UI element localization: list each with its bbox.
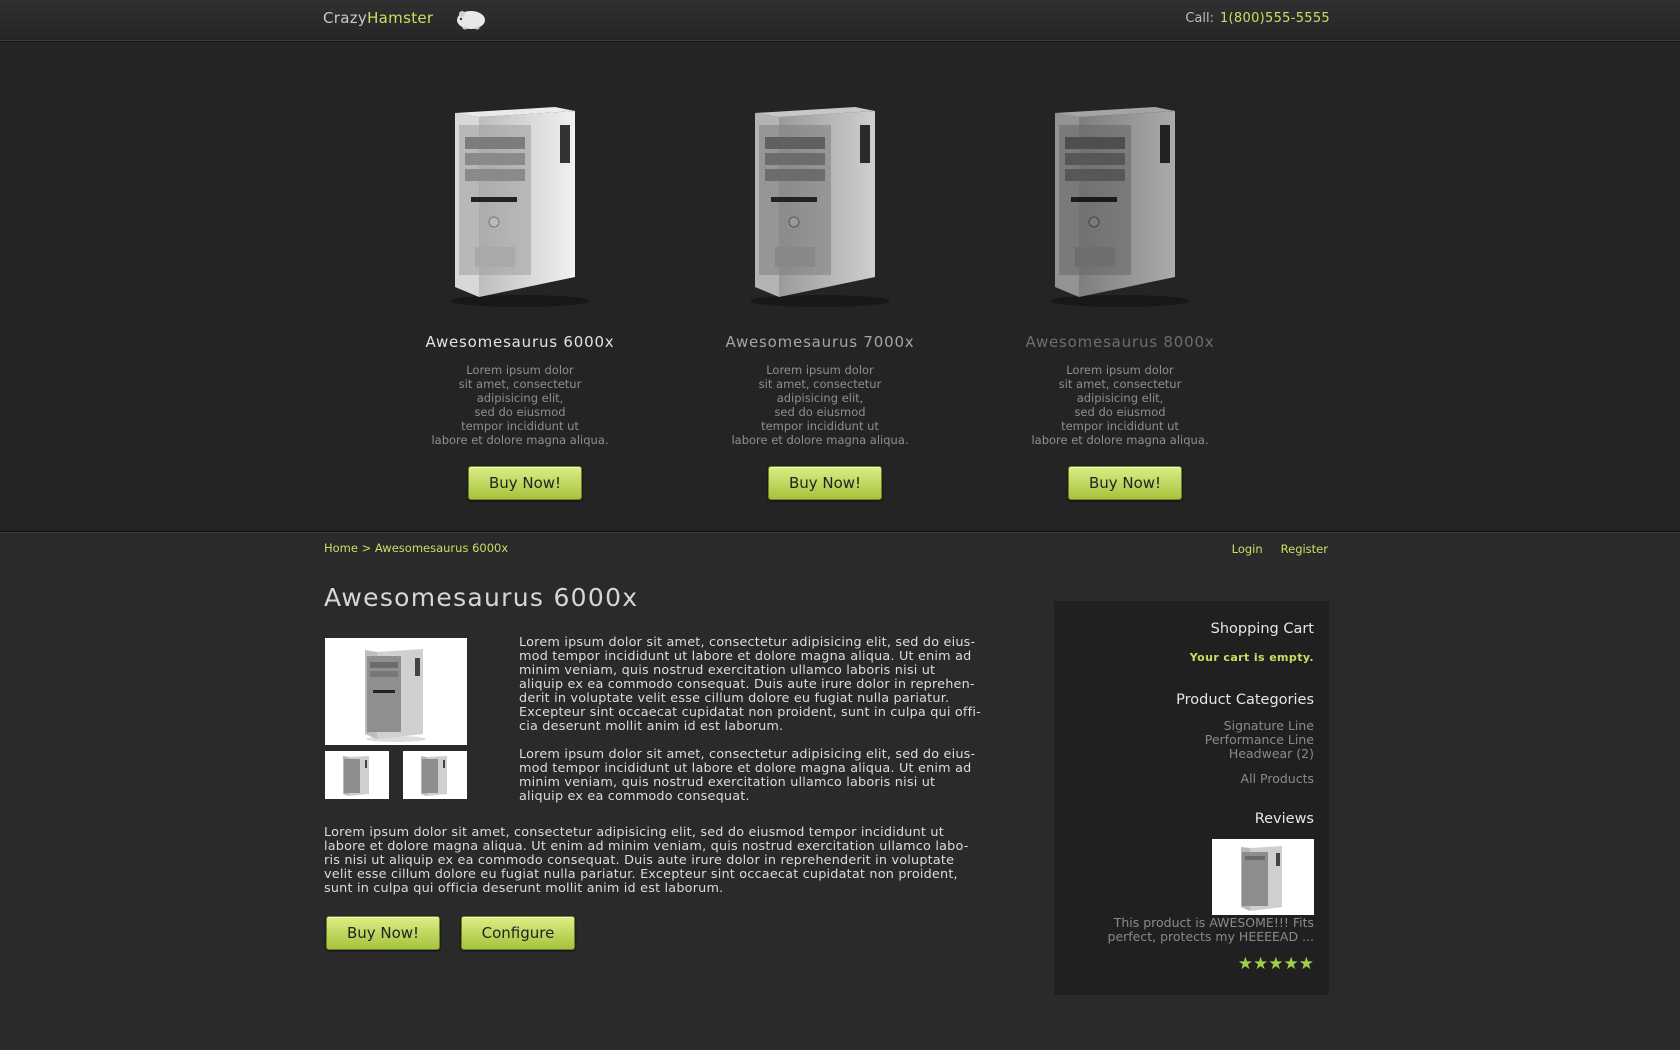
logo-text-hamster: Hamster <box>367 9 434 27</box>
review-text: This product is AWESOME!!! Fits perfect, … <box>1107 915 1314 944</box>
reviews-title: Reviews <box>1254 811 1314 827</box>
logo-text-crazy: Crazy <box>323 9 368 27</box>
call-label: Call: <box>1185 11 1214 26</box>
featured-product-desc: Lorem ipsum dolor sit amet, consectetur ad… <box>731 363 909 447</box>
all-products-link[interactable]: All Products <box>1241 771 1314 786</box>
product-thumbnail[interactable] <box>403 751 467 799</box>
site-logo[interactable]: CrazyHamster <box>323 9 433 27</box>
featured-product-name[interactable]: Awesomesaurus 6000x <box>370 333 670 351</box>
cart-empty-message: Your cart is empty. <box>1189 651 1314 664</box>
featured-product-name[interactable]: Awesomesaurus 7000x <box>670 333 970 351</box>
category-link[interactable]: Headwear (2) <box>1205 747 1314 761</box>
review-product-image[interactable] <box>1212 839 1314 915</box>
category-link[interactable]: Signature Line <box>1205 719 1314 733</box>
login-link[interactable]: Login <box>1232 542 1263 556</box>
category-link[interactable]: Performance Line <box>1205 733 1314 747</box>
configure-button[interactable]: Configure <box>461 916 575 950</box>
featured-product-name[interactable]: Awesomesaurus 8000x <box>970 333 1270 351</box>
product-description: Lorem ipsum dolor sit amet, consectetur … <box>519 635 981 734</box>
featured-product-desc: Lorem ipsum dolor sit amet, consectetur ad… <box>1031 363 1209 447</box>
buy-now-button[interactable]: Buy Now! <box>468 466 582 500</box>
featured-product-desc: Lorem ipsum dolor sit amet, consectetur ad… <box>431 363 609 447</box>
product-description: Lorem ipsum dolor sit amet, consectetur … <box>519 747 976 804</box>
computer-tower-image[interactable] <box>445 97 595 307</box>
product-description: Lorem ipsum dolor sit amet, consectetur … <box>324 825 969 896</box>
featured-products: Awesomesaurus 6000x Lorem ipsum dolor sit… <box>0 42 1680 532</box>
phone-number[interactable]: 1(800)555-5555 <box>1220 11 1330 26</box>
hamster-icon <box>457 11 485 30</box>
sidebar: Shopping Cart Your cart is empty. Produc… <box>1054 601 1329 995</box>
product-thumbnail[interactable] <box>325 751 389 799</box>
buy-now-button[interactable]: Buy Now! <box>326 916 440 950</box>
auth-links: Login Register <box>1214 542 1328 556</box>
page-title: Awesomesaurus 6000x <box>324 583 639 612</box>
product-categories-title: Product Categories <box>1176 692 1314 708</box>
breadcrumb[interactable]: Home > Awesomesaurus 6000x <box>324 541 508 555</box>
computer-tower-image[interactable] <box>1045 97 1195 307</box>
category-list: Signature Line Performance Line Headwear… <box>1205 719 1314 761</box>
product-main-image[interactable] <box>325 638 467 745</box>
computer-tower-image[interactable] <box>745 97 895 307</box>
buy-now-button[interactable]: Buy Now! <box>1068 466 1182 500</box>
buy-now-button[interactable]: Buy Now! <box>768 466 882 500</box>
shopping-cart-title: Shopping Cart <box>1210 621 1314 637</box>
register-link[interactable]: Register <box>1281 542 1328 556</box>
star-rating-icon: ★★★★★ <box>1237 954 1314 974</box>
top-header: CrazyHamster Call: 1(800)555-5555 <box>0 0 1680 41</box>
call-info: Call: 1(800)555-5555 <box>1185 11 1330 26</box>
